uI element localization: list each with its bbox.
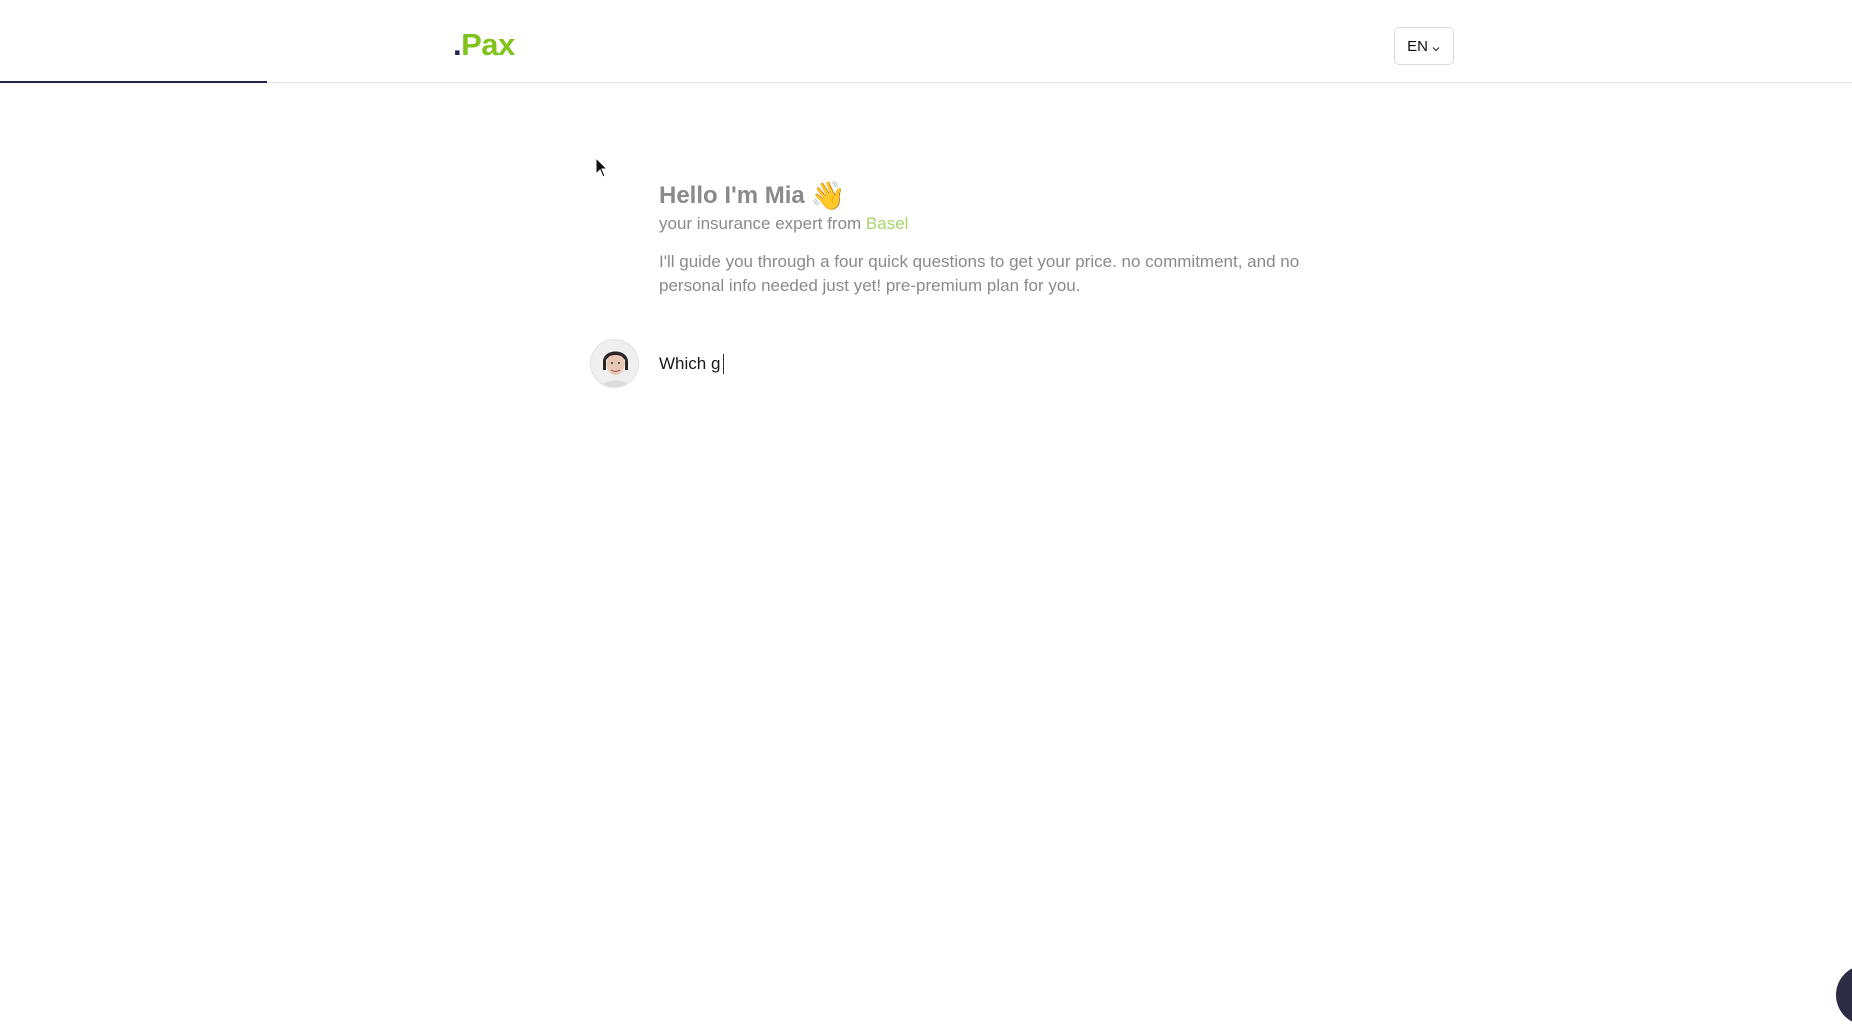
top-header: .Pax EN <box>0 0 1852 83</box>
chat-launcher-button[interactable] <box>1836 965 1852 1025</box>
chat-message: Which g <box>590 339 725 388</box>
intro-section: Hello I'm Mia 👋 your insurance expert fr… <box>659 178 1339 298</box>
pax-logo[interactable]: .Pax <box>453 25 515 65</box>
typing-text: Which g <box>659 353 721 373</box>
language-select[interactable]: EN <box>1394 27 1454 65</box>
logo-text: Pax <box>461 27 515 62</box>
avatar <box>590 339 639 388</box>
intro-description: I'll guide you through a four quick ques… <box>659 252 1300 295</box>
greeting-heading: Hello I'm Mia 👋 <box>659 178 1339 214</box>
language-value: EN <box>1407 37 1428 55</box>
greeting-text: Hello I'm Mia <box>659 182 805 209</box>
subtitle-text: your insurance expert from <box>659 214 866 233</box>
chevron-down-icon <box>1431 41 1441 52</box>
typing-message: Which g <box>659 352 725 376</box>
typing-caret <box>723 353 725 374</box>
expert-subtitle: your insurance expert from Basel <box>659 214 1339 234</box>
progress-bar <box>0 81 1852 83</box>
logo-dot: . <box>453 27 462 62</box>
mouse-pointer-icon <box>595 157 609 178</box>
city-name: Basel <box>865 214 909 233</box>
progress-bar-fill <box>0 81 267 83</box>
waving-hand-icon: 👋 <box>810 180 846 211</box>
